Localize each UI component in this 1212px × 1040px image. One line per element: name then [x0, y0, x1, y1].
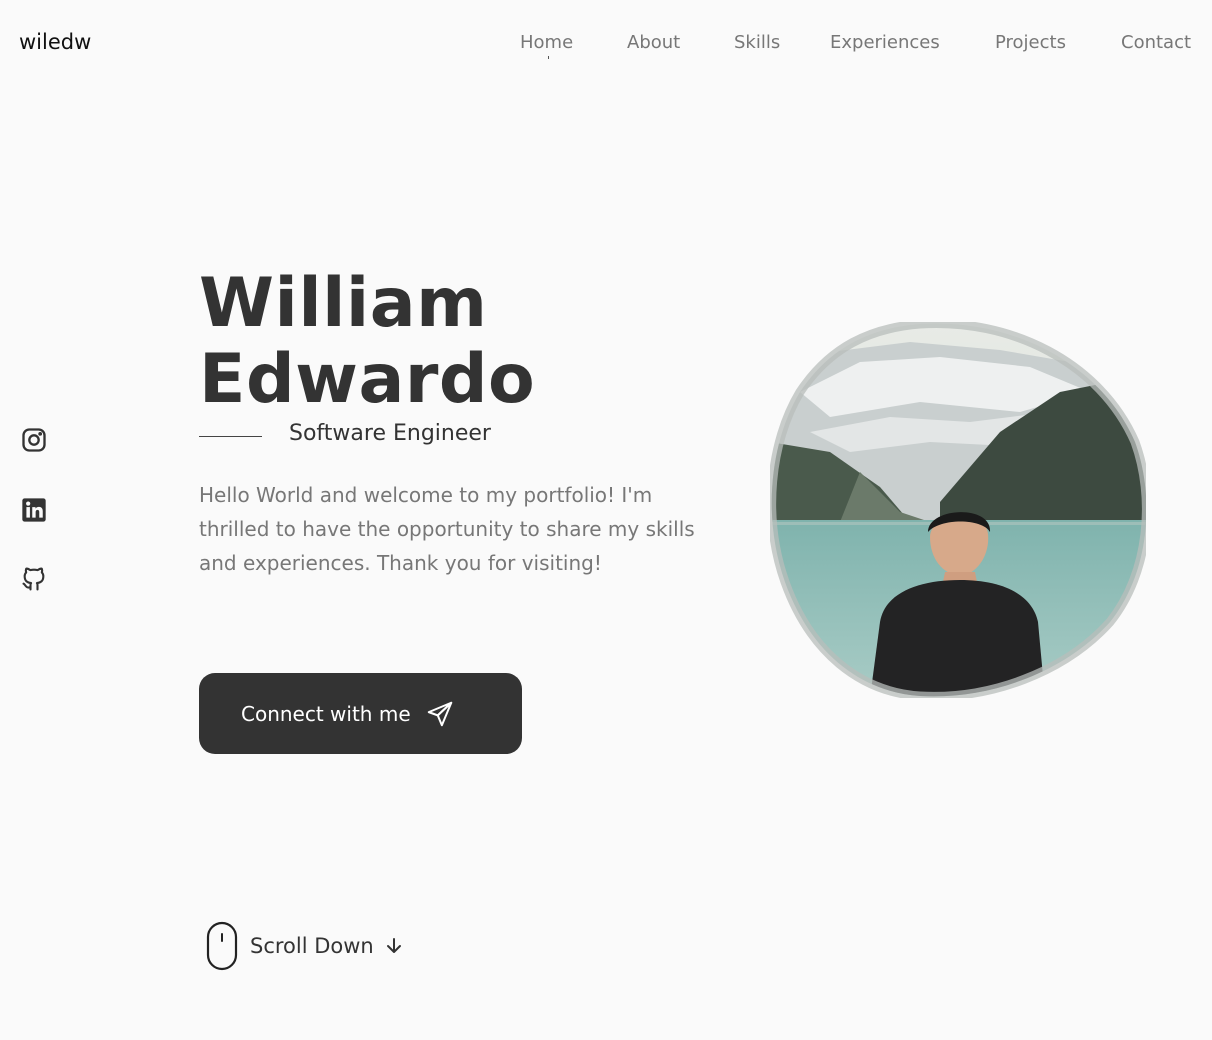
nav-home[interactable]: Home: [520, 32, 573, 53]
send-icon: [425, 699, 455, 729]
job-title: Software Engineer: [289, 421, 491, 446]
nav-about[interactable]: About: [627, 32, 680, 53]
scroll-down-label: Scroll Down: [250, 934, 374, 958]
scroll-down[interactable]: Scroll Down: [206, 921, 404, 971]
main-nav: Home About Skills Experiences Projects C…: [0, 32, 1212, 62]
github-icon[interactable]: [20, 565, 48, 593]
arrow-down-icon: [386, 938, 401, 953]
mouse-icon: [206, 921, 238, 971]
nav-experiences[interactable]: Experiences: [830, 32, 940, 53]
connect-button[interactable]: Connect with me: [199, 673, 522, 754]
role-divider: [199, 436, 262, 437]
header: wiledw Home About Skills Experiences Pro…: [0, 0, 1212, 88]
active-nav-indicator: [548, 56, 549, 59]
first-name: William: [199, 264, 488, 343]
linkedin-icon[interactable]: [20, 496, 48, 524]
instagram-icon[interactable]: [20, 426, 48, 454]
last-name: Edwardo: [199, 340, 536, 419]
nav-skills[interactable]: Skills: [734, 32, 780, 53]
intro-text: Hello World and welcome to my portfolio!…: [199, 483, 695, 575]
connect-button-label: Connect with me: [241, 701, 411, 726]
hero-name: William Edwardo: [199, 266, 535, 418]
profile-photo: [767, 318, 1151, 701]
nav-projects[interactable]: Projects: [995, 32, 1066, 53]
nav-contact[interactable]: Contact: [1121, 32, 1191, 53]
